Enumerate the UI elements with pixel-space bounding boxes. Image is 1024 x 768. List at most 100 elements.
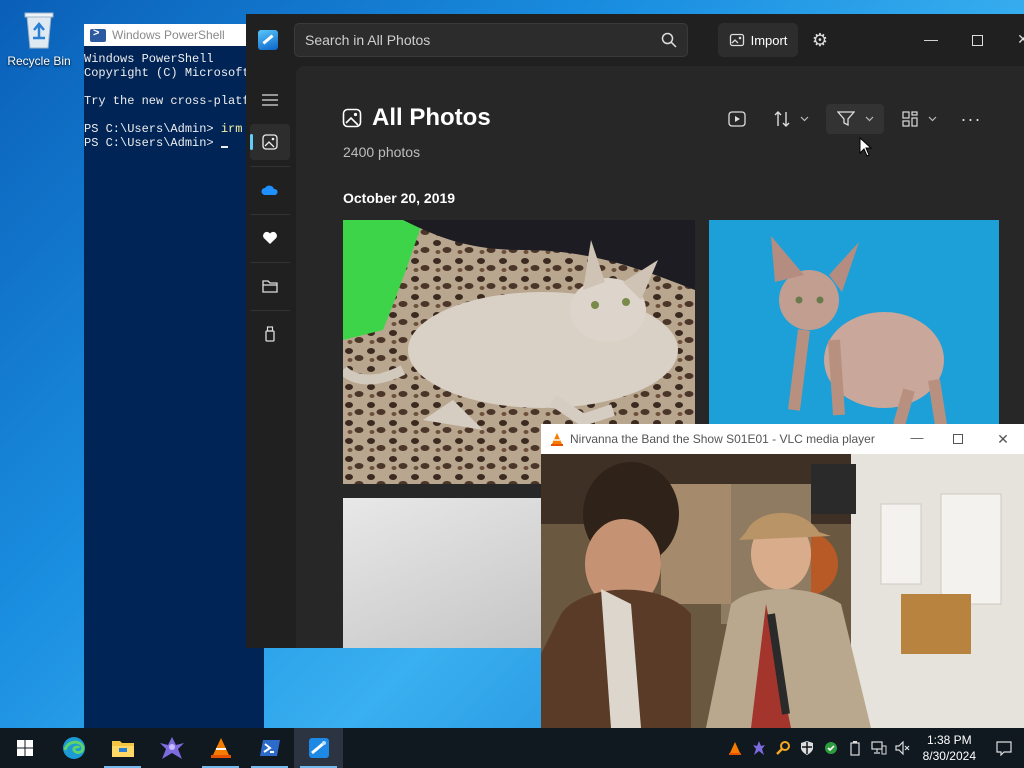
sidebar-divider: [250, 214, 290, 215]
taskbar: 1:38 PM 8/30/2024: [0, 728, 1024, 768]
console-prompt: PS C:\Users\Admin>: [84, 136, 221, 150]
minimize-button[interactable]: —: [908, 24, 954, 54]
sidebar-item-onedrive[interactable]: [250, 172, 290, 208]
taskbar-photos[interactable]: [294, 728, 343, 768]
clock-date: 8/30/2024: [922, 749, 976, 763]
mouse-cursor-icon: [859, 137, 873, 157]
console-prompt: PS C:\Users\Admin>: [84, 122, 221, 136]
console-line: Windows PowerShell: [84, 52, 214, 66]
powershell-title: Windows PowerShell: [112, 28, 225, 42]
date-group-header: October 20, 2019: [343, 190, 456, 206]
start-button[interactable]: [0, 728, 49, 768]
console-cursor: [220, 146, 228, 148]
import-label: Import: [750, 32, 788, 48]
slideshow-button[interactable]: [720, 104, 754, 134]
tray-battery-icon[interactable]: [843, 728, 867, 768]
close-button[interactable]: ✕: [1000, 24, 1024, 54]
maximize-icon: [971, 34, 983, 46]
recycle-bin-icon: [21, 8, 57, 50]
photo-count: 2400 photos: [343, 144, 421, 160]
console-line: ​: [84, 108, 264, 122]
page-title-text: All Photos: [372, 104, 491, 131]
photos-title-icon: [342, 108, 362, 128]
vlc-icon: [210, 738, 231, 758]
sidebar-divider: [250, 310, 290, 311]
usb-drive-icon: [265, 326, 275, 342]
recycle-bin-label: Recycle Bin: [7, 54, 71, 68]
console-line: Try the new cross-platf: [84, 94, 250, 108]
chevron-down-icon: [928, 116, 936, 122]
slideshow-icon: [728, 111, 746, 127]
edge-icon: [62, 737, 85, 759]
tray-drive-icon[interactable]: [819, 728, 843, 768]
powershell-console[interactable]: Windows PowerShell Copyright (C) Microsof…: [84, 46, 264, 150]
sidebar-item-favorites[interactable]: [250, 220, 290, 256]
recycle-bin[interactable]: Recycle Bin: [6, 8, 72, 68]
filter-button[interactable]: [826, 104, 884, 134]
photos-icon: [308, 738, 329, 758]
powershell-icon: [259, 740, 280, 756]
search-icon[interactable]: [661, 32, 677, 48]
sidebar-divider: [250, 166, 290, 167]
gear-icon[interactable]: ⚙: [810, 30, 830, 50]
photos-titlebar[interactable]: Search in All Photos Import ⚙ — ✕: [246, 14, 1024, 66]
grid-view-icon: [901, 111, 918, 127]
vlc-icon: [551, 433, 563, 446]
console-line: PS C:\Users\Admin> irm: [84, 122, 264, 136]
file-explorer-icon: [111, 741, 134, 757]
minimize-button[interactable]: —: [902, 424, 932, 454]
notification-button[interactable]: [984, 728, 1024, 768]
taskbar-vlc[interactable]: [196, 728, 245, 768]
tray-search-key-icon[interactable]: [771, 728, 795, 768]
clock-time: 1:38 PM: [926, 733, 972, 747]
import-button[interactable]: Import: [718, 23, 798, 57]
console-line: ​: [84, 80, 264, 94]
menu-icon: [262, 94, 278, 106]
tray-vlc-icon[interactable]: [723, 728, 747, 768]
vlc-title: Nirvanna the Band the Show S01E01 - VLC …: [570, 432, 875, 446]
powershell-titlebar[interactable]: Windows PowerShell: [84, 24, 264, 46]
tray-volume-muted-icon[interactable]: [891, 728, 915, 768]
taskbar-app[interactable]: [147, 728, 196, 768]
tray-shield-icon[interactable]: [795, 728, 819, 768]
console-command: irm: [220, 122, 243, 136]
maximize-button[interactable]: [943, 424, 973, 454]
video-frame[interactable]: [541, 454, 1024, 728]
sidebar-item-device[interactable]: [250, 316, 290, 352]
sort-icon: [774, 111, 789, 127]
onedrive-icon: [261, 185, 278, 195]
view-options-button[interactable]: [896, 104, 942, 134]
chevron-down-icon: [800, 116, 808, 122]
folder-icon: [262, 280, 278, 293]
windows-start-icon: [16, 740, 33, 756]
more-icon: ···: [960, 108, 982, 129]
more-options-button[interactable]: ···: [954, 104, 988, 134]
console-line: Copyright (C) Microsoft: [84, 66, 250, 80]
close-button[interactable]: ✕: [988, 424, 1018, 454]
import-icon: [729, 33, 744, 47]
powershell-window[interactable]: Windows PowerShell Windows PowerShellCop…: [84, 24, 264, 728]
sidebar-item-all-photos[interactable]: [250, 124, 290, 160]
photos-sidebar: [246, 66, 294, 648]
system-tray: 1:38 PM 8/30/2024: [723, 728, 1024, 768]
app-icon: [159, 737, 184, 759]
maximize-button[interactable]: [954, 24, 1000, 54]
tray-network-icon[interactable]: [867, 728, 891, 768]
search-input[interactable]: Search in All Photos: [294, 23, 688, 57]
vlc-window[interactable]: Nirvanna the Band the Show S01E01 - VLC …: [541, 424, 1024, 728]
maximize-icon: [953, 434, 963, 444]
photos-icon: [262, 134, 278, 150]
taskbar-edge[interactable]: [49, 728, 98, 768]
vlc-titlebar[interactable]: Nirvanna the Band the Show S01E01 - VLC …: [541, 424, 1024, 454]
clock[interactable]: 1:38 PM 8/30/2024: [915, 732, 984, 764]
hamburger-menu-button[interactable]: [250, 82, 290, 118]
sidebar-item-folders[interactable]: [250, 268, 290, 304]
taskbar-file-explorer[interactable]: [98, 728, 147, 768]
tray-app-icon[interactable]: [747, 728, 771, 768]
sort-button[interactable]: [766, 104, 816, 134]
search-placeholder: Search in All Photos: [305, 32, 431, 48]
photo-thumbnail[interactable]: [709, 220, 999, 430]
filter-icon: [836, 111, 855, 127]
taskbar-powershell[interactable]: [245, 728, 294, 768]
notification-icon: [996, 741, 1012, 756]
